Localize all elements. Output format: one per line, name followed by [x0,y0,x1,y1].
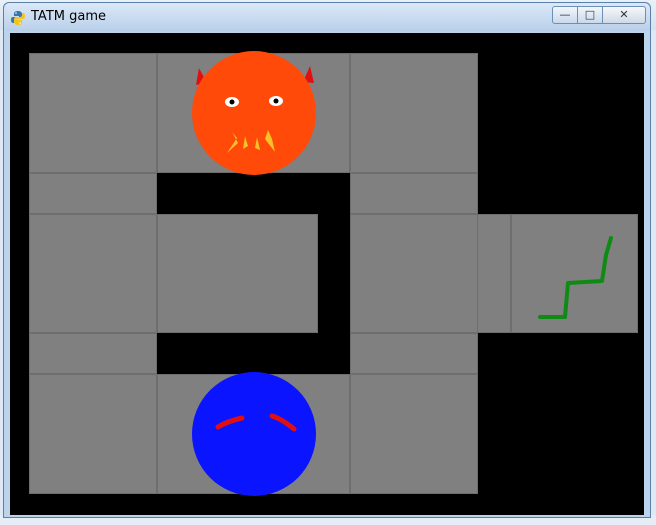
game-canvas[interactable] [10,33,644,515]
minimize-button[interactable]: — [552,6,578,24]
blue-player-sprite [192,372,316,496]
python-icon [11,11,25,25]
player-face [192,372,316,496]
title-bar[interactable]: TATM game — □ ✕ [4,3,650,31]
devil-enemy-sprite [192,51,316,175]
window-title: TATM game [31,9,106,24]
game-window: TATM game — □ ✕ [3,2,651,518]
devil-face [192,51,316,175]
snake-goal-sprite [538,236,613,319]
close-button[interactable]: ✕ [602,6,646,24]
maximize-button[interactable]: □ [577,6,603,24]
sprites-layer [192,51,613,496]
